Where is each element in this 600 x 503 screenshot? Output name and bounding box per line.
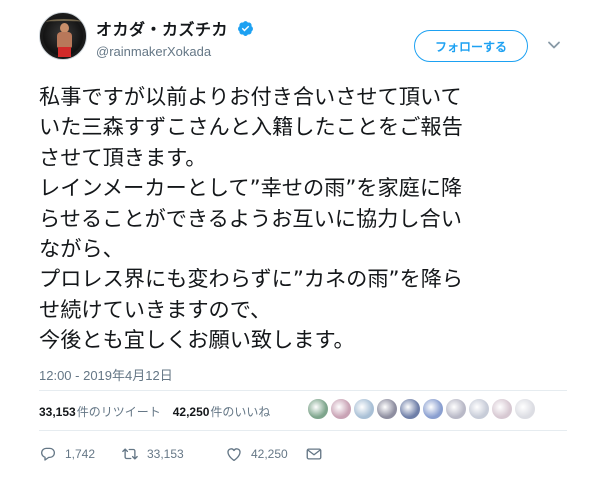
tweet-text-line: ながら、 bbox=[39, 236, 124, 262]
tweet-text: 私事ですが以前よりお付き合いさせて頂いて いた三森すずこさんと入籍したことをご報… bbox=[39, 82, 569, 356]
reply-icon bbox=[41, 447, 56, 461]
tweet-text-line: いた三森すずこさんと入籍したことをご報告 bbox=[39, 114, 463, 140]
retweet-button[interactable]: 33,153 bbox=[121, 445, 225, 463]
like-stat-label: 件のいいね bbox=[210, 404, 271, 419]
message-button[interactable] bbox=[305, 445, 331, 463]
envelope-icon bbox=[306, 448, 322, 460]
tweet-text-line: 今後とも宜しくお願い致します。 bbox=[39, 327, 355, 353]
tweet-text-line: レインメーカーとして”幸せの雨”を家庭に降 bbox=[39, 175, 463, 201]
liker-avatar[interactable] bbox=[376, 398, 398, 420]
liker-avatar[interactable] bbox=[330, 398, 352, 420]
like-stat-count: 42,250 bbox=[172, 404, 210, 419]
like-button[interactable]: 42,250 bbox=[225, 445, 305, 463]
retweet-stat[interactable]: 33,153 件のリツイート bbox=[39, 403, 161, 420]
avatar-figure-body bbox=[57, 32, 72, 48]
liker-avatar[interactable] bbox=[307, 398, 329, 420]
retweet-icon bbox=[122, 448, 138, 460]
liker-avatar[interactable] bbox=[468, 398, 490, 420]
retweet-count: 33,153 bbox=[147, 447, 184, 461]
retweet-stat-count: 33,153 bbox=[39, 404, 76, 419]
like-count: 42,250 bbox=[251, 447, 288, 461]
tweet-text-line: らせることができるようお互いに協力し合い bbox=[39, 205, 462, 231]
like-stat[interactable]: 42,250 件のいいね bbox=[173, 403, 271, 420]
tweet-card: オカダ・カズチカ @rainmakerXokada フォローする 私事ですが以前… bbox=[0, 0, 600, 503]
liker-avatar[interactable] bbox=[514, 398, 536, 420]
follow-button[interactable]: フォローする bbox=[414, 30, 528, 62]
divider bbox=[39, 430, 567, 431]
display-name[interactable]: オカダ・カズチカ bbox=[96, 16, 228, 40]
tweet-text-line: せ続けていきますので、 bbox=[39, 296, 272, 322]
user-name-block[interactable]: オカダ・カズチカ @rainmakerXokada bbox=[96, 16, 254, 59]
tweet-text-line: させて頂きます。 bbox=[39, 144, 207, 170]
reply-count: 1,742 bbox=[65, 447, 96, 461]
avatar[interactable] bbox=[39, 12, 87, 60]
avatar-figure-legs bbox=[58, 47, 71, 57]
liker-avatar[interactable] bbox=[491, 398, 513, 420]
tweet-text-line: 私事ですが以前よりお付き合いさせて頂いて bbox=[39, 84, 462, 109]
retweet-stat-label: 件のリツイート bbox=[76, 404, 161, 419]
tweet-text-line: プロレス界にも変わらずに”カネの雨”を降ら bbox=[39, 266, 464, 292]
verified-badge-icon bbox=[238, 20, 254, 36]
user-handle[interactable]: @rainmakerXokada bbox=[96, 44, 254, 59]
reply-button[interactable]: 1,742 bbox=[39, 445, 121, 463]
liker-avatar[interactable] bbox=[445, 398, 467, 420]
heart-icon bbox=[227, 448, 241, 462]
divider bbox=[39, 390, 567, 391]
liker-avatar[interactable] bbox=[399, 398, 421, 420]
tweet-timestamp[interactable]: 12:00 - 2019年4月12日 bbox=[39, 365, 173, 384]
liker-avatar[interactable] bbox=[353, 398, 375, 420]
chevron-down-icon[interactable] bbox=[547, 38, 561, 52]
liker-avatar[interactable] bbox=[422, 398, 444, 420]
tweet-actions: 1,742 33,153 42,250 bbox=[39, 444, 331, 464]
liker-avatars bbox=[307, 398, 536, 420]
engagement-stats: 33,153 件のリツイート 42,250 件のいいね bbox=[39, 401, 270, 421]
